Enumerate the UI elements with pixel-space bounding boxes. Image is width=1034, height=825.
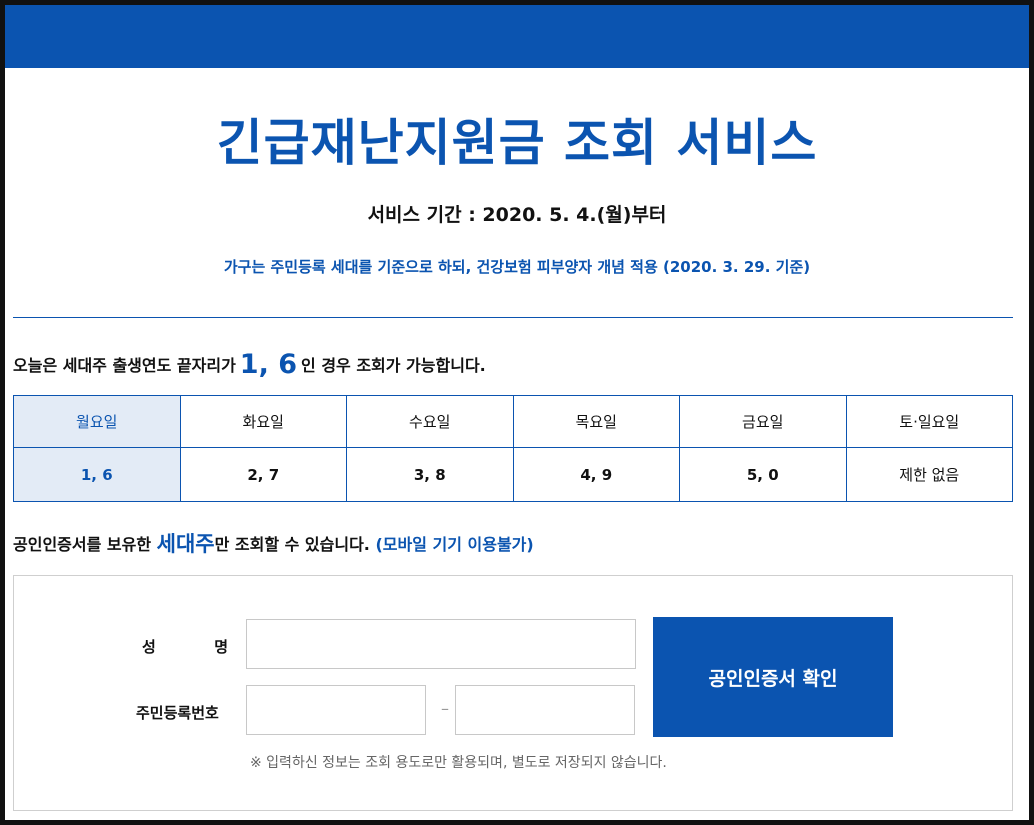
household-notice: 가구는 주민등록 세대를 기준으로 하되, 건강보험 피부양자 개념 적용 (2… [223, 258, 811, 276]
day-tuesday: 화요일 [179, 395, 347, 448]
digits-wednesday: 3, 8 [346, 447, 514, 502]
today-suffix: 인 경우 조회가 가능합니다. [301, 356, 486, 375]
certificate-requirement: 공인인증서를 보유한 세대주만 조회할 수 있습니다. (모바일 기기 이용불가… [13, 529, 534, 559]
page-title: 긴급재난지원금 조회 서비스 [216, 114, 818, 172]
today-eligibility: 오늘은 세대주 출생연도 끝자리가 1, 6인 경우 조회가 가능합니다. [13, 349, 486, 381]
digits-tuesday: 2, 7 [179, 447, 347, 502]
day-friday: 금요일 [679, 395, 847, 448]
rrn-back-input[interactable] [455, 685, 635, 735]
table-header-row: 월요일 화요일 수요일 목요일 금요일 토·일요일 [13, 395, 1013, 448]
divider [13, 317, 1013, 318]
service-period: 서비스 기간 : 2020. 5. 4.(월)부터 [367, 204, 667, 226]
mobile-unavailable-note: (모바일 기기 이용불가) [375, 535, 534, 554]
top-banner [5, 5, 1029, 68]
digits-weekend: 제한 없음 [845, 447, 1013, 502]
page-frame: 긴급재난지원금 조회 서비스 서비스 기간 : 2020. 5. 4.(월)부터… [5, 5, 1029, 820]
today-prefix: 오늘은 세대주 출생연도 끝자리가 [13, 356, 236, 375]
day-monday: 월요일 [13, 395, 181, 448]
rrn-front-input[interactable] [246, 685, 426, 735]
day-wednesday: 수요일 [346, 395, 514, 448]
cert-note-highlight: 세대주 [156, 532, 215, 556]
table-row: 1, 6 2, 7 3, 8 4, 9 5, 0 제한 없음 [13, 447, 1013, 502]
certificate-verify-button[interactable]: 공인인증서 확인 [653, 617, 893, 737]
weekday-schedule-table: 월요일 화요일 수요일 목요일 금요일 토·일요일 1, 6 2, 7 3, 8… [13, 395, 1013, 502]
name-label: 성 명 [142, 638, 228, 656]
privacy-note: ※ 입력하신 정보는 조회 용도로만 활용되며, 별도로 저장되지 않습니다. [250, 755, 667, 771]
rrn-separator: – [441, 699, 449, 718]
lookup-form: 성 명 주민등록번호 – 공인인증서 확인 ※ 입력하신 정보는 조회 용도로만… [13, 575, 1013, 811]
today-digits: 1, 6 [239, 349, 298, 380]
cert-note-middle: 만 조회할 수 있습니다. [214, 535, 370, 554]
digits-monday: 1, 6 [13, 447, 181, 502]
day-thursday: 목요일 [512, 395, 680, 448]
name-input[interactable] [246, 619, 636, 669]
cert-note-prefix: 공인인증서를 보유한 [13, 535, 152, 554]
digits-thursday: 4, 9 [512, 447, 680, 502]
digits-friday: 5, 0 [679, 447, 847, 502]
rrn-label: 주민등록번호 [136, 704, 219, 722]
day-weekend: 토·일요일 [845, 395, 1013, 448]
